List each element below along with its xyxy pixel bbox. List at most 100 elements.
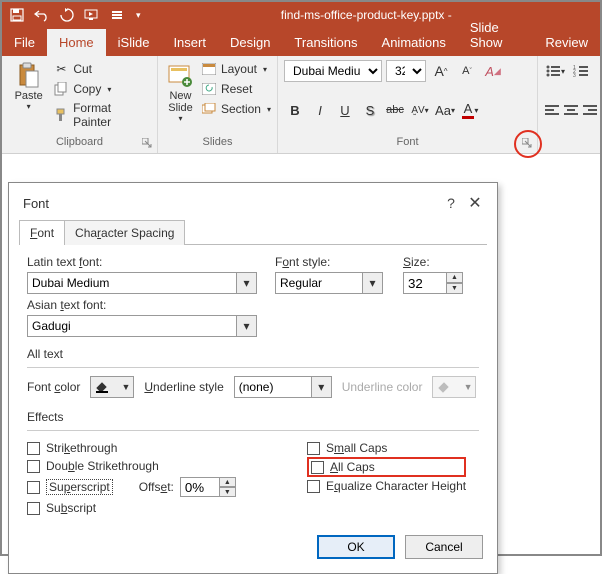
align-left-button[interactable] xyxy=(544,99,560,121)
numbering-button[interactable]: 123 xyxy=(570,60,592,82)
tab-slideshow[interactable]: Slide Show xyxy=(458,14,534,56)
align-right-button[interactable] xyxy=(582,99,598,121)
start-from-beginning-icon[interactable] xyxy=(84,8,100,22)
spin-up[interactable]: ▲ xyxy=(220,477,236,487)
grow-font-button[interactable]: A^ xyxy=(430,60,452,82)
chevron-down-icon[interactable]: ▾ xyxy=(237,272,257,294)
dialog-tab-font[interactable]: Font xyxy=(19,220,65,245)
group-slides: New Slide ▾ Layout▾ Reset Section▾ Slide… xyxy=(158,56,278,153)
clipboard-launcher[interactable] xyxy=(140,136,154,150)
align-center-button[interactable] xyxy=(563,99,579,121)
shrink-font-button[interactable]: Aˇ xyxy=(456,60,478,82)
tab-review[interactable]: Review xyxy=(533,29,600,56)
chevron-down-icon[interactable]: ▾ xyxy=(312,376,332,398)
reset-label: Reset xyxy=(221,82,252,96)
save-icon[interactable] xyxy=(10,8,24,22)
subscript-checkbox[interactable]: Subscript xyxy=(27,499,277,517)
chevron-down-icon[interactable]: ▾ xyxy=(363,272,383,294)
underline-style-input[interactable] xyxy=(234,376,312,398)
offset-spinner[interactable]: ▲▼ xyxy=(180,477,236,497)
underline-style-label: Underline style xyxy=(144,380,223,394)
cancel-button[interactable]: Cancel xyxy=(405,535,483,559)
help-button[interactable]: ? xyxy=(439,195,463,211)
copy-button[interactable]: Copy▾ xyxy=(53,80,151,98)
redo-icon[interactable] xyxy=(60,8,74,22)
latin-font-combo[interactable]: ▾ xyxy=(27,272,257,294)
font-size-select[interactable]: 32 xyxy=(386,60,426,82)
spin-down[interactable]: ▼ xyxy=(447,283,463,294)
latin-font-label: Latin text font: xyxy=(27,255,257,269)
all-caps-checkbox[interactable]: All Caps xyxy=(307,457,466,477)
font-group-label: Font xyxy=(284,134,531,151)
font-dialog-launcher[interactable] xyxy=(520,136,534,150)
equalize-checkbox[interactable]: Equalize Character Height xyxy=(307,477,466,495)
tab-home[interactable]: Home xyxy=(47,29,106,56)
slides-group-label: Slides xyxy=(164,134,271,151)
paste-button[interactable]: Paste ▾ xyxy=(8,60,49,130)
new-slide-label: New Slide xyxy=(168,90,192,114)
dialog-tab-spacing[interactable]: Character Spacing xyxy=(64,220,185,245)
qat-more-icon[interactable] xyxy=(110,8,126,22)
format-painter-button[interactable]: Format Painter xyxy=(53,100,151,130)
layout-label: Layout xyxy=(221,62,257,76)
tab-file[interactable]: File xyxy=(2,29,47,56)
offset-input[interactable] xyxy=(180,477,220,497)
italic-button[interactable]: I xyxy=(309,99,331,121)
latin-font-input[interactable] xyxy=(27,272,237,294)
qat-dropdown-icon[interactable]: ▾ xyxy=(136,10,141,21)
spin-down[interactable]: ▼ xyxy=(220,487,236,497)
small-caps-checkbox[interactable]: Small Caps xyxy=(307,439,466,457)
layout-button[interactable]: Layout▾ xyxy=(201,60,271,78)
chevron-down-icon[interactable]: ▾ xyxy=(237,315,257,337)
tab-design[interactable]: Design xyxy=(218,29,282,56)
bullets-button[interactable]: ▾ xyxy=(544,60,566,82)
underline-color-picker: ▼ xyxy=(432,376,476,398)
close-button[interactable]: ✕ xyxy=(463,193,487,213)
svg-text:3: 3 xyxy=(573,73,576,78)
offset-label: Offset: xyxy=(139,480,174,494)
asian-font-combo[interactable]: ▾ xyxy=(27,315,257,337)
copy-icon xyxy=(53,81,69,97)
font-name-select[interactable]: Dubai Medium xyxy=(284,60,382,82)
reset-button[interactable]: Reset xyxy=(201,80,271,98)
change-case-button[interactable]: Aa▾ xyxy=(434,99,456,121)
cut-button[interactable]: ✂Cut xyxy=(53,60,151,78)
font-dialog: Font ? ✕ Font Character Spacing Latin te… xyxy=(8,182,498,574)
clear-formatting-button[interactable]: A◢ xyxy=(482,60,504,82)
tab-animations[interactable]: Animations xyxy=(370,29,458,56)
brush-icon xyxy=(53,107,69,123)
clipboard-icon xyxy=(15,62,43,90)
font-color-picker[interactable]: ▼ xyxy=(90,376,134,398)
font-style-combo[interactable]: ▾ xyxy=(275,272,385,294)
paste-label: Paste xyxy=(15,90,43,102)
strike-checkbox[interactable]: Strikethrough xyxy=(27,439,277,457)
double-strike-checkbox[interactable]: Double Strikethrough xyxy=(27,457,277,475)
window-title: find-ms-office-product-key.pptx - xyxy=(281,8,452,22)
superscript-checkbox[interactable]: Superscript Offset: ▲▼ xyxy=(27,475,277,499)
size-spinner[interactable]: ▲▼ xyxy=(403,272,473,294)
quick-access-toolbar: ▾ xyxy=(10,8,141,22)
new-slide-icon xyxy=(166,62,194,90)
underline-style-combo[interactable]: ▾ xyxy=(234,376,332,398)
scissors-icon: ✂ xyxy=(53,61,69,77)
strike-button[interactable]: abc xyxy=(384,99,406,121)
shadow-button[interactable]: S xyxy=(359,99,381,121)
underline-button[interactable]: U xyxy=(334,99,356,121)
clipboard-group-label: Clipboard xyxy=(8,134,151,151)
tab-islide[interactable]: iSlide xyxy=(106,29,162,56)
copy-label: Copy xyxy=(73,82,101,96)
ok-button[interactable]: OK xyxy=(317,535,395,559)
font-color-button[interactable]: A▾ xyxy=(459,99,481,121)
size-input[interactable] xyxy=(403,272,447,294)
char-spacing-button[interactable]: A͍V▾ xyxy=(409,99,431,121)
spin-up[interactable]: ▲ xyxy=(447,272,463,283)
group-clipboard: Paste ▾ ✂Cut Copy▾ Format Painter Clipbo… xyxy=(2,56,158,153)
section-button[interactable]: Section▾ xyxy=(201,100,271,118)
undo-icon[interactable] xyxy=(34,8,50,22)
tab-insert[interactable]: Insert xyxy=(161,29,218,56)
new-slide-button[interactable]: New Slide ▾ xyxy=(164,60,197,125)
asian-font-input[interactable] xyxy=(27,315,237,337)
bold-button[interactable]: B xyxy=(284,99,306,121)
font-style-input[interactable] xyxy=(275,272,363,294)
tab-transitions[interactable]: Transitions xyxy=(282,29,369,56)
